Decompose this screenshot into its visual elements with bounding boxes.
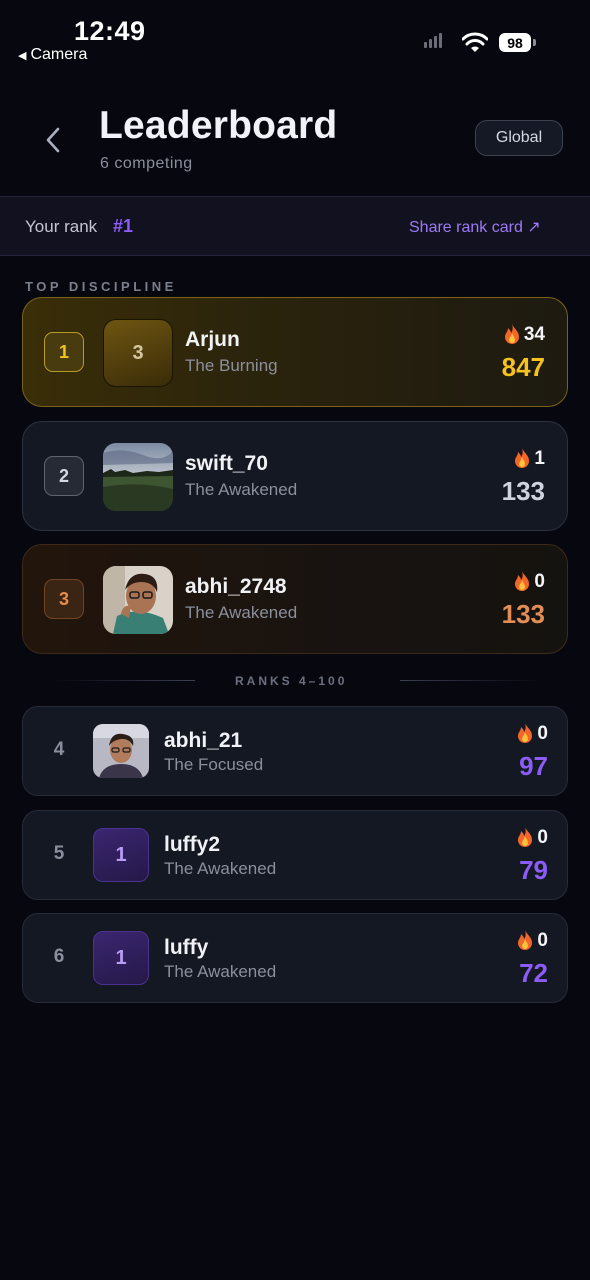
- leaderboard-row-6[interactable]: 6 1 luffy The Awakened 0 72: [22, 913, 568, 1003]
- section-title-top: TOP DISCIPLINE: [25, 279, 177, 294]
- flame-icon: [515, 571, 530, 591]
- competitor-count: 6 competing: [100, 155, 193, 172]
- player-score: 133: [501, 599, 545, 629]
- rank-position: 3: [44, 579, 84, 619]
- chevron-left-icon: [46, 127, 60, 153]
- wifi-icon: [462, 32, 488, 52]
- player-name: swift_70: [185, 452, 268, 475]
- player-name: abhi_21: [164, 729, 243, 752]
- streak-count: 0: [513, 570, 545, 594]
- leaderboard-row-2[interactable]: 2 swift_70 The Awakened 1 133: [22, 421, 568, 531]
- back-app-label: Camera: [30, 46, 88, 63]
- player-score: 847: [501, 352, 545, 382]
- person-portrait-photo: [93, 724, 149, 778]
- streak-count: 0: [516, 722, 548, 746]
- rank-position: 4: [53, 739, 65, 760]
- your-rank-value: #1: [113, 216, 134, 236]
- player-tier: The Awakened: [164, 962, 277, 981]
- avatar: [93, 724, 149, 778]
- cellular-signal-icon: [424, 33, 442, 48]
- avatar: 1: [93, 828, 149, 882]
- rank-position: 5: [53, 843, 65, 864]
- your-rank-label: Your rank: [25, 217, 98, 236]
- battery-icon: 98: [499, 33, 536, 52]
- back-button[interactable]: [36, 122, 70, 158]
- divider-line-left: [55, 680, 195, 681]
- avatar-level: 3: [132, 341, 144, 364]
- back-to-app-link[interactable]: ◀ Camera: [18, 46, 87, 64]
- divider-line-right: [400, 680, 540, 681]
- flame-icon: [515, 448, 530, 468]
- rank-position: 6: [53, 946, 65, 967]
- leaderboard-row-3[interactable]: 3 abhi_2748 The Awakened 0 133: [22, 544, 568, 654]
- player-name: luffy: [164, 936, 209, 959]
- flame-icon: [518, 723, 533, 743]
- field-landscape-photo: [103, 443, 173, 511]
- avatar: 1: [93, 931, 149, 985]
- avatar: 3: [103, 319, 173, 387]
- section-divider-label: RANKS 4–100: [235, 674, 348, 688]
- avatar-level: 1: [115, 843, 127, 866]
- flame-icon: [504, 324, 519, 344]
- back-triangle-icon: ◀: [18, 49, 27, 62]
- player-tier: The Awakened: [185, 603, 298, 622]
- player-name: Arjun: [185, 328, 240, 351]
- player-score: 79: [519, 855, 548, 885]
- leaderboard-row-5[interactable]: 5 1 luffy2 The Awakened 0 79: [22, 810, 568, 900]
- leaderboard-row-4[interactable]: 4 abhi_21 The Focused 0 97: [22, 706, 568, 796]
- avatar: [103, 566, 173, 634]
- player-tier: The Awakened: [164, 859, 277, 878]
- page-title: Leaderboard: [99, 104, 338, 147]
- player-tier: The Focused: [164, 755, 264, 774]
- player-score: 97: [519, 751, 548, 781]
- rank-position: 2: [44, 456, 84, 496]
- player-tier: The Burning: [185, 356, 278, 375]
- flame-icon: [518, 930, 533, 950]
- player-name: abhi_2748: [185, 575, 287, 598]
- share-rank-card-link[interactable]: Share rank card ↗: [409, 217, 541, 237]
- leaderboard-row-1[interactable]: 1 3 Arjun The Burning 34 847: [22, 297, 568, 407]
- streak-count: 34: [503, 323, 545, 347]
- player-score: 133: [501, 476, 545, 506]
- avatar: [103, 443, 173, 511]
- avatar-level: 1: [115, 946, 127, 969]
- streak-count: 0: [516, 929, 548, 953]
- flame-icon: [518, 827, 533, 847]
- player-tier: The Awakened: [185, 480, 298, 499]
- streak-count: 1: [513, 447, 545, 471]
- rank-position: 1: [44, 332, 84, 372]
- streak-count: 0: [516, 826, 548, 850]
- player-name: luffy2: [164, 833, 221, 856]
- status-time: 12:49: [74, 16, 146, 46]
- person-selfie-photo: [103, 566, 173, 634]
- battery-level: 98: [499, 33, 531, 52]
- global-scope-button[interactable]: Global: [475, 120, 563, 156]
- player-score: 72: [519, 958, 548, 988]
